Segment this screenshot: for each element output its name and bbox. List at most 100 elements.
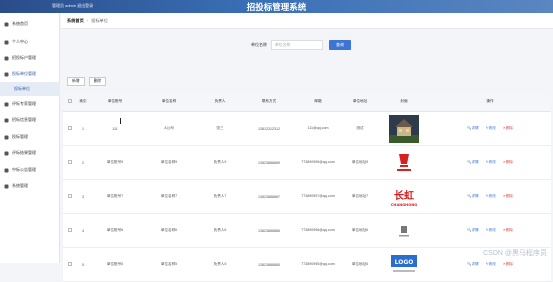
cover-image-cell: 长虹CHANGHONG — [379, 183, 429, 211]
cell-idx: 4 — [77, 229, 89, 233]
delete-row-button[interactable]: ✕删除 — [503, 126, 513, 131]
mouse-cursor — [120, 118, 124, 124]
gear-icon — [4, 184, 9, 189]
cover-image-cell — [379, 115, 429, 143]
delete-label: 删除 — [506, 126, 513, 130]
cell-email: 773890996@qq.com — [295, 228, 341, 233]
edit-label: 修改 — [489, 194, 496, 198]
sidebar-item[interactable]: 评标专家管理 — [0, 97, 60, 111]
edit-button[interactable]: ✎修改 — [486, 126, 496, 131]
actions-cell: 🔍详情 ✎修改 ✕删除 — [429, 160, 551, 165]
sidebar-item[interactable]: 投标单位管理 — [0, 67, 60, 81]
sidebar-item[interactable]: 系统管理 — [0, 179, 60, 193]
sidebar-item[interactable]: 中标公告管理 — [0, 163, 60, 177]
building-icon — [4, 72, 9, 77]
column-header: 操作 — [429, 99, 551, 104]
sidebar-item-label: 投标管理 — [12, 134, 28, 140]
cell-addr: 单位地址9 — [341, 160, 379, 165]
sidebar-item[interactable]: 投标管理 — [0, 130, 60, 144]
delete-row-button[interactable]: ✕删除 — [503, 160, 513, 165]
cover-image-cell — [379, 149, 429, 177]
sidebar-item[interactable]: 招投标户管理 — [0, 51, 60, 65]
table-row[interactable]: 3单位账号7单位名称7负责人713823888887773890997@qq.c… — [63, 180, 551, 214]
search-bar: 单位名称 单位名称 查询 — [251, 40, 351, 50]
view-button[interactable]: 🔍详情 — [467, 228, 479, 233]
main-content: 系统首页 › 投标单位 单位名称 单位名称 查询 新增 删除 索引单位账号单位名… — [61, 13, 553, 263]
sidebar-subitem[interactable]: 投标单位 — [0, 82, 60, 96]
watermark: CSDN @黑马程序员 — [483, 248, 547, 258]
column-header[interactable] — [63, 99, 77, 104]
sidebar-item-label: 中标公告管理 — [12, 167, 36, 173]
sidebar-item[interactable]: 系统首页 — [0, 17, 60, 31]
select-all-checkbox[interactable] — [68, 99, 72, 103]
notice-icon — [4, 168, 9, 173]
delete-button[interactable]: 删除 — [89, 77, 107, 86]
column-header: 单位地址 — [341, 99, 379, 104]
column-header: 邮箱 — [295, 99, 341, 104]
table-row[interactable]: 5单位账号5单位名称5负责人513823888885773890995@qq.c… — [63, 248, 551, 282]
svg-text:LOGO: LOGO — [395, 259, 414, 266]
delete-row-button[interactable]: ✕删除 — [503, 228, 513, 233]
table-row[interactable]: 4单位账号6单位名称6负责人613823888886773890996@qq.c… — [63, 214, 551, 248]
home-icon — [4, 22, 9, 27]
sidebar-item-label: 系统管理 — [12, 183, 28, 189]
search-label: 单位名称 — [251, 42, 267, 48]
sidebar-item-label: 评标专家管理 — [12, 101, 36, 107]
edit-button[interactable]: ✎修改 — [486, 194, 496, 199]
cell-addr: 单位地址6 — [341, 228, 379, 233]
add-button[interactable]: 新增 — [67, 77, 85, 86]
row-checkbox-cell — [63, 160, 77, 165]
toolbar: 新增 删除 — [67, 77, 110, 86]
column-header: 单位账号 — [89, 99, 141, 104]
svg-text:长虹: 长虹 — [394, 189, 414, 202]
cell-name: 单位名称7 — [141, 194, 197, 199]
sidebar-item[interactable]: 评标结果管理 — [0, 146, 60, 160]
users-icon — [4, 56, 9, 61]
doc-icon — [4, 118, 9, 123]
view-label: 详情 — [471, 228, 478, 232]
search-input[interactable]: 单位名称 — [271, 40, 323, 50]
row-checkbox[interactable] — [68, 194, 72, 198]
sidebar-item[interactable]: 个人中心 — [0, 35, 60, 49]
delete-row-button[interactable]: ✕删除 — [503, 194, 513, 199]
breadcrumb-current: 投标单位 — [91, 18, 108, 24]
svg-text:CHANGHONG: CHANGHONG — [391, 203, 417, 207]
sidebar-item[interactable]: 招标信息管理 — [0, 113, 60, 127]
row-checkbox-cell — [63, 194, 77, 199]
cover-image-cell — [379, 217, 429, 245]
breadcrumb-home[interactable]: 系统首页 — [67, 18, 84, 24]
row-checkbox[interactable] — [68, 228, 72, 232]
cell-idx: 5 — [77, 263, 89, 267]
bid-icon — [4, 135, 9, 140]
edit-button[interactable]: ✎修改 — [486, 228, 496, 233]
cell-account: 单位账号7 — [89, 194, 141, 199]
sidebar-item-label: 招投标户管理 — [12, 55, 36, 61]
table-row[interactable]: 2单位账号9单位名称9负责人913823888889773890999@qq.c… — [63, 146, 551, 180]
view-button[interactable]: 🔍详情 — [467, 126, 479, 131]
edit-button[interactable]: ✎修改 — [486, 160, 496, 165]
system-title: 招投标管理系统 — [0, 1, 553, 13]
search-button[interactable]: 查询 — [329, 40, 351, 50]
cell-idx: 2 — [77, 161, 89, 165]
cell-phone: 13823888886 — [243, 229, 295, 233]
view-button[interactable]: 🔍详情 — [467, 194, 479, 199]
table-row[interactable]: 1111A公司张三13812312312111@qq.com测试🔍详情✎修改✕删… — [63, 112, 551, 146]
result-icon — [4, 151, 9, 156]
cell-email: 111@qq.com — [295, 126, 341, 131]
cell-account: 单位账号9 — [89, 160, 141, 165]
row-checkbox[interactable] — [68, 126, 72, 130]
column-header: 索引 — [77, 99, 89, 104]
view-button[interactable]: 🔍详情 — [467, 160, 479, 165]
column-header: 封面 — [379, 99, 429, 104]
cell-idx: 1 — [77, 127, 89, 131]
data-table: 索引单位账号单位名称负责人联系方式邮箱单位地址封面操作 1111A公司张三138… — [63, 91, 551, 282]
cell-person: 负责人7 — [197, 194, 243, 199]
cover-image: 长虹CHANGHONG — [389, 183, 419, 211]
row-checkbox[interactable] — [68, 160, 72, 164]
row-checkbox-cell — [63, 228, 77, 233]
view-label: 详情 — [471, 194, 478, 198]
cell-email: 773890999@qq.com — [295, 160, 341, 165]
cell-person: 负责人9 — [197, 160, 243, 165]
delete-label: 删除 — [506, 194, 513, 198]
cell-addr: 测试 — [341, 126, 379, 131]
